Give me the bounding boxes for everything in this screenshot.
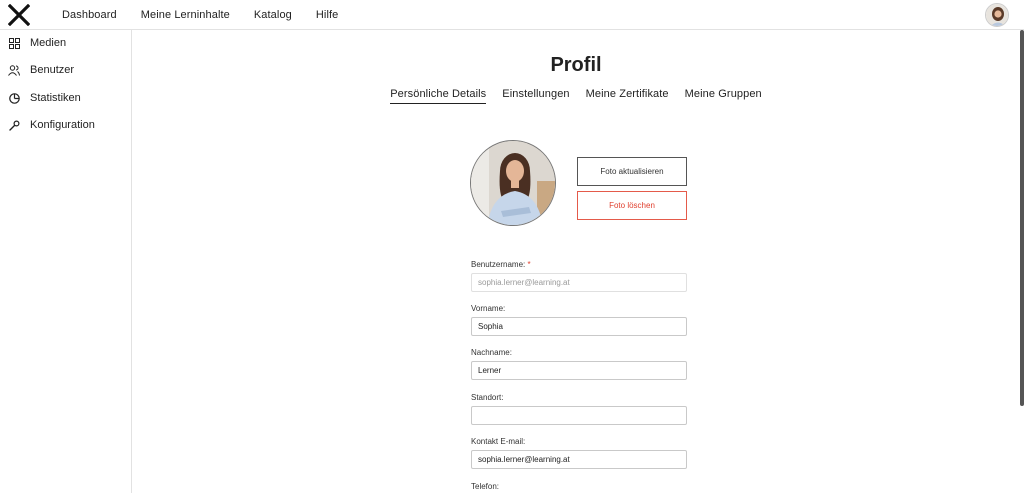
sidebar-item-benutzer[interactable]: Benutzer [8, 62, 74, 78]
tab-meine-gruppen[interactable]: Meine Gruppen [685, 88, 762, 104]
tab-meine-zertifikate[interactable]: Meine Zertifikate [586, 88, 669, 104]
sidebar-item-label: Benutzer [30, 64, 75, 76]
main-content: Profil Persönliche Details Einstellungen… [132, 30, 1020, 493]
page-title: Profil [550, 54, 602, 76]
profile-tabs: Persönliche Details Einstellungen Meine … [132, 88, 1020, 104]
username-label: Benutzername: * [471, 260, 531, 269]
lastname-field[interactable]: Lerner [471, 361, 687, 380]
update-photo-button[interactable]: Foto aktualisieren [577, 157, 687, 186]
profile-picture-icon [471, 141, 555, 225]
email-field[interactable]: sophia.lerner@learning.at [471, 450, 687, 469]
nav-hilfe[interactable]: Hilfe [316, 9, 339, 21]
nav-meine-lerninhalte[interactable]: Meine Lerninhalte [141, 9, 230, 21]
page-scrollbar[interactable] [1020, 30, 1024, 406]
user-avatar[interactable] [985, 3, 1009, 27]
phone-label: Telefon: [471, 482, 500, 491]
lastname-label: Nachname: [471, 348, 512, 357]
location-label: Standort: [471, 393, 504, 402]
wrench-icon [8, 119, 20, 131]
sidebar-item-konfiguration[interactable]: Konfiguration [8, 117, 95, 133]
tab-einstellungen[interactable]: Einstellungen [502, 88, 569, 104]
sidebar-item-label: Statistiken [30, 92, 81, 104]
location-field[interactable] [471, 406, 687, 425]
pie-chart-icon [8, 92, 20, 104]
profile-photo [470, 140, 556, 226]
nav-dashboard[interactable]: Dashboard [62, 9, 117, 21]
sidebar-item-label: Konfiguration [30, 119, 95, 131]
sidebar: Medien Benutzer Statistiken Konfiguratio… [0, 30, 132, 493]
tab-persoenliche-details[interactable]: Persönliche Details [390, 88, 487, 104]
top-navigation: Dashboard Meine Lerninhalte Katalog Hilf… [0, 0, 1024, 30]
avatar-picture-icon [986, 4, 1008, 26]
username-field[interactable]: sophia.lerner@learning.at [471, 273, 687, 292]
firstname-label: Vorname: [471, 304, 506, 313]
main-nav: Dashboard Meine Lerninhalte Katalog Hilf… [62, 0, 362, 30]
required-mark: * [527, 260, 531, 269]
delete-photo-button[interactable]: Foto löschen [577, 191, 687, 220]
users-icon [8, 64, 20, 76]
sidebar-item-statistiken[interactable]: Statistiken [8, 90, 81, 106]
sidebar-item-label: Medien [30, 37, 67, 49]
username-label-text: Benutzername: [471, 260, 526, 269]
firstname-field[interactable]: Sophia [471, 317, 687, 336]
sidebar-item-medien[interactable]: Medien [8, 35, 66, 51]
grid-icon [8, 37, 20, 49]
email-label: Kontakt E-mail: [471, 437, 526, 446]
logo-icon[interactable] [8, 4, 30, 26]
nav-katalog[interactable]: Katalog [254, 9, 292, 21]
